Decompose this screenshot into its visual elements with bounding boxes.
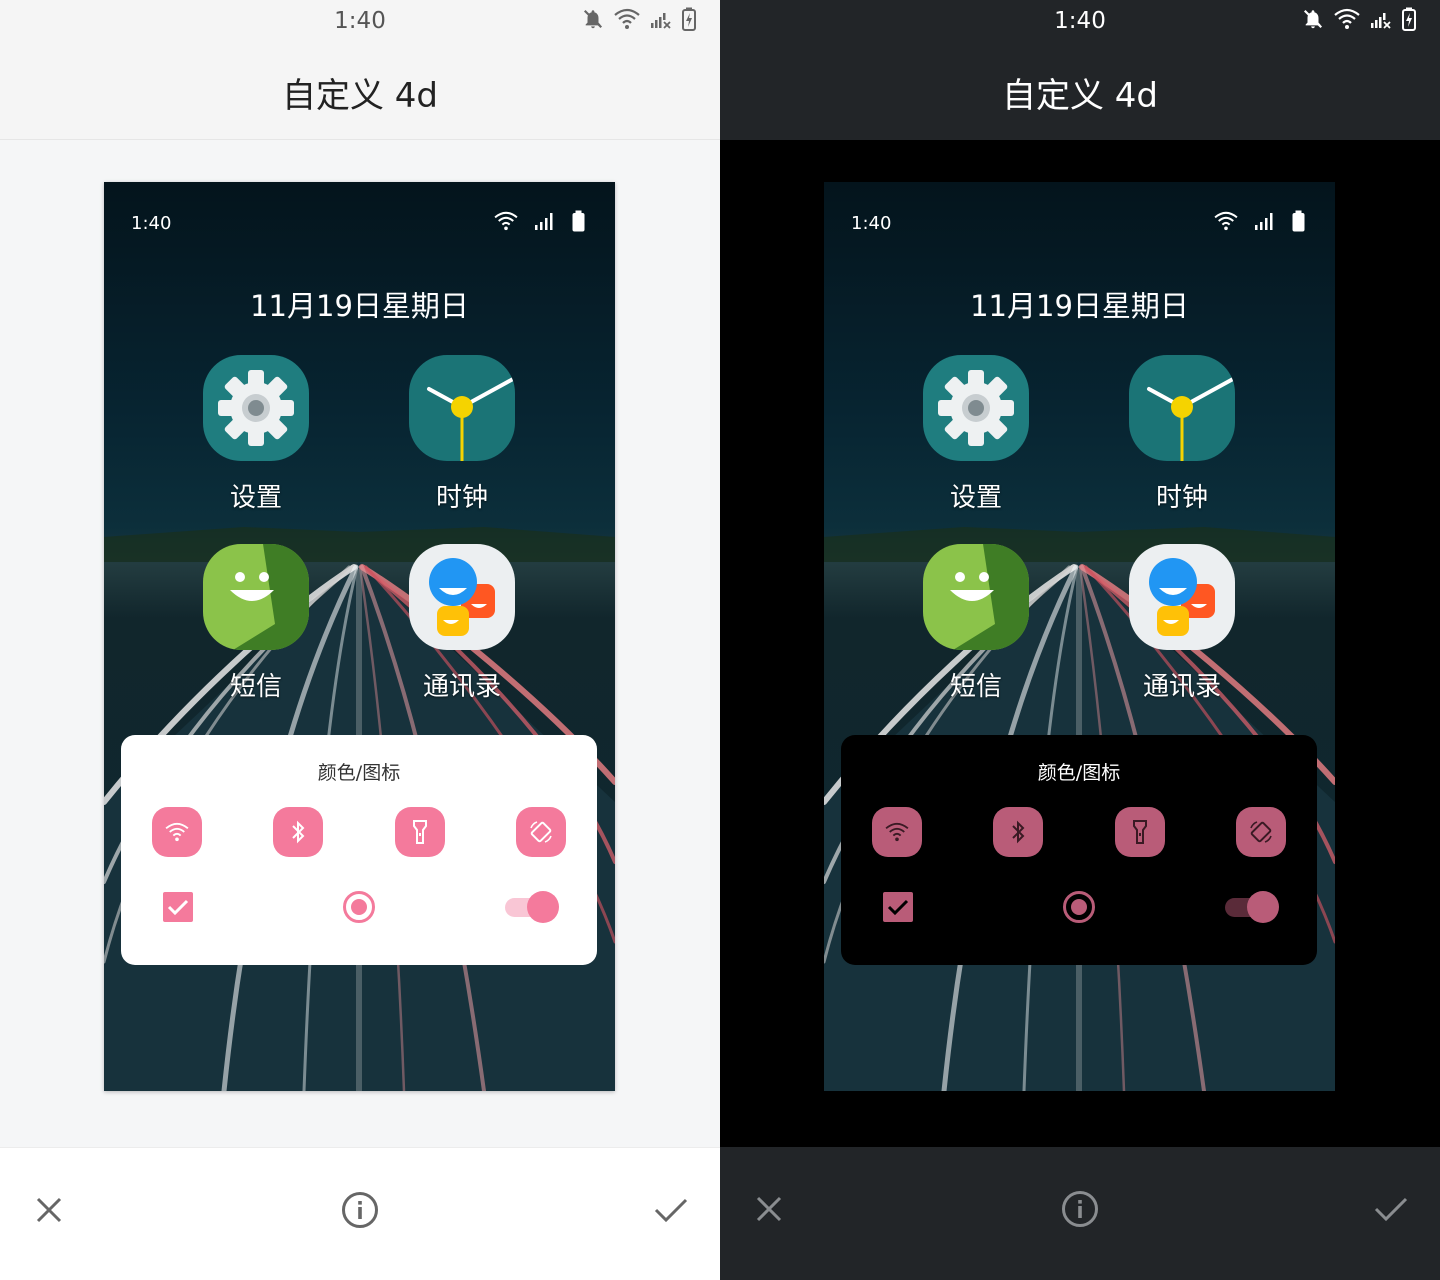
bluetooth-icon	[1012, 820, 1025, 844]
header: 1:40 自定义 4d	[0, 0, 720, 140]
flashlight-tile[interactable]	[395, 807, 445, 857]
signal-no-sim-icon	[651, 13, 671, 29]
check-icon	[654, 1198, 688, 1223]
flashlight-icon	[1133, 820, 1147, 844]
app-settings[interactable]: 设置	[901, 355, 1051, 514]
settings-gear-icon	[923, 355, 1029, 461]
radio-button-selected[interactable]	[1062, 890, 1096, 924]
flashlight-tile[interactable]	[1115, 807, 1165, 857]
preview-clock: 1:40	[131, 213, 172, 234]
info-button[interactable]	[1052, 1181, 1108, 1237]
bluetooth-tile[interactable]	[273, 807, 323, 857]
toggle-switch-on[interactable]	[1223, 888, 1285, 926]
wifi-tile[interactable]	[872, 807, 922, 857]
preview-battery-icon	[572, 210, 585, 232]
cancel-button[interactable]	[741, 1181, 797, 1237]
app-messages[interactable]: 短信	[181, 544, 331, 703]
preview-battery-icon	[1292, 210, 1305, 232]
flashlight-icon	[413, 820, 427, 844]
app-label: 通讯录	[422, 672, 501, 702]
bluetooth-tile[interactable]	[993, 807, 1043, 857]
app-contacts[interactable]: 通讯录	[1107, 544, 1257, 703]
clock-icon	[1129, 355, 1235, 461]
close-icon	[36, 1197, 62, 1223]
app-contacts[interactable]: 通讯录	[387, 544, 537, 703]
status-bar: 1:40	[0, 0, 720, 44]
confirm-button[interactable]	[1363, 1181, 1419, 1237]
auto-rotate-icon	[530, 821, 552, 843]
app-label: 设置	[229, 483, 282, 513]
app-label: 时钟	[1155, 483, 1208, 513]
check-icon	[1374, 1197, 1408, 1222]
color-icon-card: 颜色/图标	[121, 735, 597, 965]
app-label: 通讯录	[1142, 672, 1221, 702]
wifi-tile[interactable]	[152, 807, 202, 857]
close-icon	[756, 1196, 782, 1222]
messages-icon	[923, 544, 1029, 650]
signal-no-sim-icon	[1371, 13, 1391, 29]
toggle-switch-on[interactable]	[503, 888, 565, 926]
status-bar: 1:40	[720, 0, 1440, 44]
preview-wifi-icon	[494, 211, 518, 231]
notifications-off-icon	[1303, 9, 1323, 29]
contacts-icon	[409, 544, 515, 650]
checkbox-checked[interactable]	[163, 892, 193, 922]
cancel-button[interactable]	[21, 1182, 77, 1238]
battery-charging-icon	[1402, 7, 1416, 31]
bottom-action-bar	[0, 1147, 720, 1280]
info-button[interactable]	[332, 1182, 388, 1238]
auto-rotate-icon	[1250, 821, 1272, 843]
theme-preview: 1:40 11月19日星期日 设置 时钟 短信 通讯录 颜色/图标	[824, 182, 1335, 1091]
preview-signal-icon	[1255, 213, 1273, 230]
messages-icon	[203, 544, 309, 650]
wifi-icon	[885, 822, 909, 842]
app-messages[interactable]: 短信	[901, 544, 1051, 703]
preview-wifi-icon	[1214, 211, 1238, 231]
clock-icon	[409, 355, 515, 461]
preview-clock: 1:40	[851, 213, 892, 234]
card-title: 颜色/图标	[1037, 762, 1121, 784]
dark-theme-pane: 1:40 自定义 4d 1:40 11月19日星期日 设置 时钟 短信 通讯录 …	[720, 0, 1440, 1280]
preview-signal-icon	[535, 213, 553, 230]
color-icon-card: 颜色/图标	[841, 735, 1317, 965]
card-title: 颜色/图标	[317, 762, 401, 784]
preview-date: 11月19日星期日	[250, 289, 469, 323]
info-icon	[342, 1192, 378, 1228]
wifi-icon	[165, 822, 189, 842]
notifications-off-icon	[583, 9, 603, 29]
wifi-icon	[1334, 8, 1360, 29]
preview-status-bar: 1:40	[824, 182, 1335, 242]
app-clock[interactable]: 时钟	[387, 355, 537, 514]
theme-preview: 1:40 11月19日星期日 设置 时钟 短信 通讯录 颜色/图标	[104, 182, 615, 1091]
radio-button-selected[interactable]	[342, 890, 376, 924]
app-settings[interactable]: 设置	[181, 355, 331, 514]
rotate-tile[interactable]	[516, 807, 566, 857]
page-title: 自定义 4d	[1001, 76, 1159, 116]
checkbox-checked[interactable]	[883, 892, 913, 922]
contacts-icon	[1129, 544, 1235, 650]
preview-date: 11月19日星期日	[970, 289, 1189, 323]
confirm-button[interactable]	[643, 1182, 699, 1238]
rotate-tile[interactable]	[1236, 807, 1286, 857]
info-icon	[1062, 1191, 1098, 1227]
light-theme-pane: 1:40 自定义 4d 1:40 11月19日星期日 设置 时钟 短信 通讯录 …	[0, 0, 720, 1280]
app-clock[interactable]: 时钟	[1107, 355, 1257, 514]
header: 1:40 自定义 4d	[720, 0, 1440, 140]
settings-gear-icon	[203, 355, 309, 461]
bluetooth-icon	[292, 820, 305, 844]
app-label: 短信	[229, 672, 282, 702]
preview-status-bar: 1:40	[104, 182, 615, 242]
battery-charging-icon	[682, 7, 696, 31]
wifi-icon	[614, 8, 640, 29]
app-label: 短信	[949, 672, 1002, 702]
app-label: 时钟	[435, 483, 488, 513]
app-label: 设置	[949, 483, 1002, 513]
bottom-action-bar	[720, 1147, 1440, 1280]
page-title: 自定义 4d	[281, 76, 439, 116]
